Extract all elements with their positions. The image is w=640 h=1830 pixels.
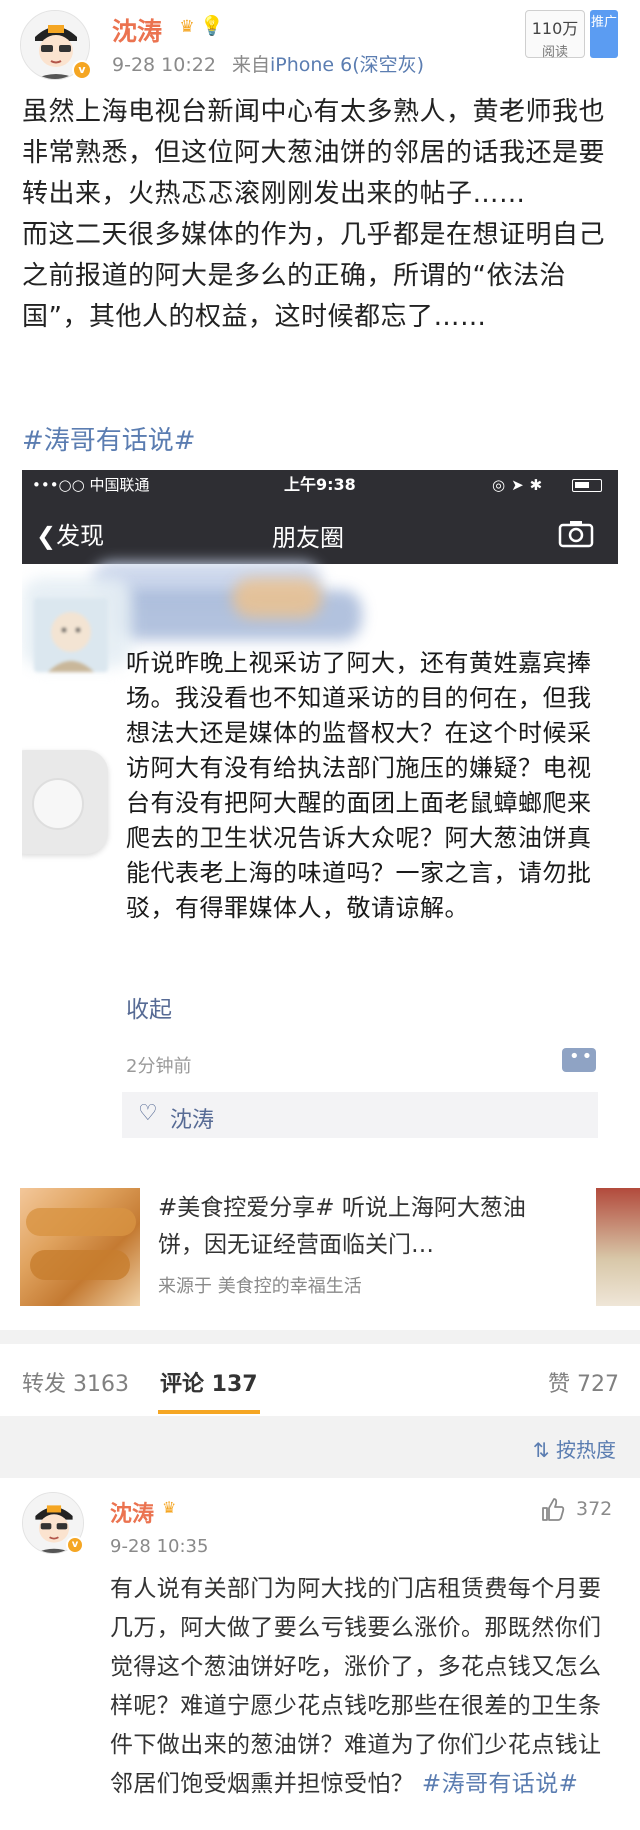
source-device[interactable]: iPhone 6(深空灰) — [270, 54, 424, 76]
wechat-nav-bar: ❮发现 朋友圈 — [22, 500, 618, 564]
status-time: 上午9:38 — [284, 475, 356, 494]
crown-icon: ♛ — [179, 17, 195, 37]
link-thumbnail-secondary — [596, 1188, 640, 1306]
tab-comments[interactable]: 评论 137 — [160, 1366, 258, 1398]
sort-by-hot-button[interactable]: ⇅ 按热度 — [533, 1434, 616, 1463]
promote-button[interactable]: 推广 — [590, 10, 618, 58]
carrier-label: •••○○ 中国联通 — [32, 476, 150, 494]
comment-like-button[interactable]: 372 — [540, 1496, 620, 1524]
embedded-screenshot[interactable]: •••○○ 中国联通 上午9:38 ◎➤✱ ❮发现 朋友圈 听说昨晚上视采访了阿… — [22, 470, 618, 1160]
crown-icon: ♛ — [162, 1498, 177, 1517]
sort-bar: ⇅ 按热度 — [0, 1416, 640, 1478]
phone-status-bar: •••○○ 中国联通 上午9:38 ◎➤✱ — [22, 470, 618, 500]
post-body: 虽然上海电视台新闻中心有太多熟人，黄老师我也非常熟悉，但这位阿大葱油饼的邻居的话… — [22, 92, 622, 338]
author-name[interactable]: 沈涛 — [112, 12, 162, 48]
comment-item: v 沈涛 ♛ 9-28 10:35 372 有人说有关部门为阿大找的门店租赁费每… — [0, 1478, 640, 1830]
assistive-touch-button[interactable] — [22, 750, 108, 854]
post-hashtag[interactable]: #涛哥有话说# — [22, 420, 196, 457]
moment-time: 2分钟前 — [126, 1056, 192, 1077]
back-button: ❮发现 — [36, 516, 104, 551]
comment-author[interactable]: 沈涛 — [110, 1496, 154, 1528]
active-tab-indicator — [158, 1410, 260, 1414]
read-label: 阅读 — [541, 45, 568, 60]
post-header: v 沈涛 ♛ 💡 9-28 10:22 来自iPhone 6(深空灰) 110万… — [20, 8, 620, 80]
likes-bar: ♡ 沈涛 — [122, 1092, 598, 1138]
tab-repost[interactable]: 转发 3163 — [22, 1366, 129, 1398]
read-count-box: 110万 阅读 — [525, 10, 585, 60]
moment-text: 听说昨晚上视采访了阿大，还有黄姓嘉宾捧场。我没看也不知道采访的目的何在，但我想法… — [126, 649, 592, 922]
heart-icon: ♡ — [138, 1101, 158, 1126]
verified-badge-icon: v — [66, 1536, 84, 1554]
read-count: 110万 — [531, 19, 579, 38]
chevron-left-icon: ❮ — [36, 522, 57, 550]
liker-name[interactable]: 沈涛 — [170, 1102, 214, 1134]
post-paragraph-2: 而这二天很多媒体的作为，几乎都是在想证明自己之前报道的阿大是多么的正确，所谓的“… — [22, 220, 606, 332]
moment-avatar — [34, 598, 108, 672]
collapse-link[interactable]: 收起 — [126, 990, 172, 1024]
comment-body: 有人说有关部门为阿大找的门店租赁费每个月要几万，阿大做了要么亏钱要么涨价。那既然… — [110, 1576, 602, 1797]
verified-badge-icon: v — [72, 60, 92, 80]
section-divider — [0, 1330, 640, 1344]
source-prefix: 来自 — [231, 54, 270, 76]
tab-likes[interactable]: 赞 727 — [548, 1366, 619, 1398]
comment-more-icon[interactable] — [562, 1046, 596, 1072]
comment-timestamp: 9-28 10:35 — [110, 1536, 209, 1557]
link-source: 来源于 美食控的幸福生活 — [158, 1276, 362, 1297]
post-timestamp: 9-28 10:22 — [112, 54, 216, 76]
post-meta: 9-28 10:22 来自iPhone 6(深空灰) — [112, 50, 424, 77]
comment-like-count: 372 — [576, 1498, 613, 1520]
lightbulb-icon: 💡 — [200, 15, 224, 37]
link-title[interactable]: #美食控爱分享# 听说上海阿大葱油饼，因无证经营面临关门… — [158, 1190, 558, 1264]
camera-icon — [558, 521, 594, 548]
sort-icon: ⇅ — [532, 1438, 550, 1462]
nav-title: 朋友圈 — [272, 524, 344, 552]
battery-icon — [572, 479, 602, 492]
interaction-tabs: 转发 3163 评论 137 赞 727 — [0, 1344, 640, 1416]
link-card[interactable]: #美食控爱分享# 听说上海阿大葱油饼，因无证经营面临关门… 来源于 美食控的幸福… — [20, 1186, 640, 1308]
comment-hashtag[interactable]: #涛哥有话说# — [422, 1771, 578, 1797]
post-paragraph-1: 虽然上海电视台新闻中心有太多熟人，黄老师我也非常熟悉，但这位阿大葱油饼的邻居的话… — [22, 97, 606, 209]
sort-label: 按热度 — [556, 1438, 616, 1462]
privacy-blur — [232, 578, 322, 618]
status-icons: ◎➤✱ — [492, 476, 549, 494]
thumbs-up-icon — [542, 1498, 565, 1521]
back-label: 发现 — [56, 522, 105, 550]
comment-text: 有人说有关部门为阿大找的门店租赁费每个月要几万，阿大做了要么亏钱要么涨价。那既然… — [110, 1570, 610, 1804]
link-thumbnail — [20, 1188, 140, 1306]
